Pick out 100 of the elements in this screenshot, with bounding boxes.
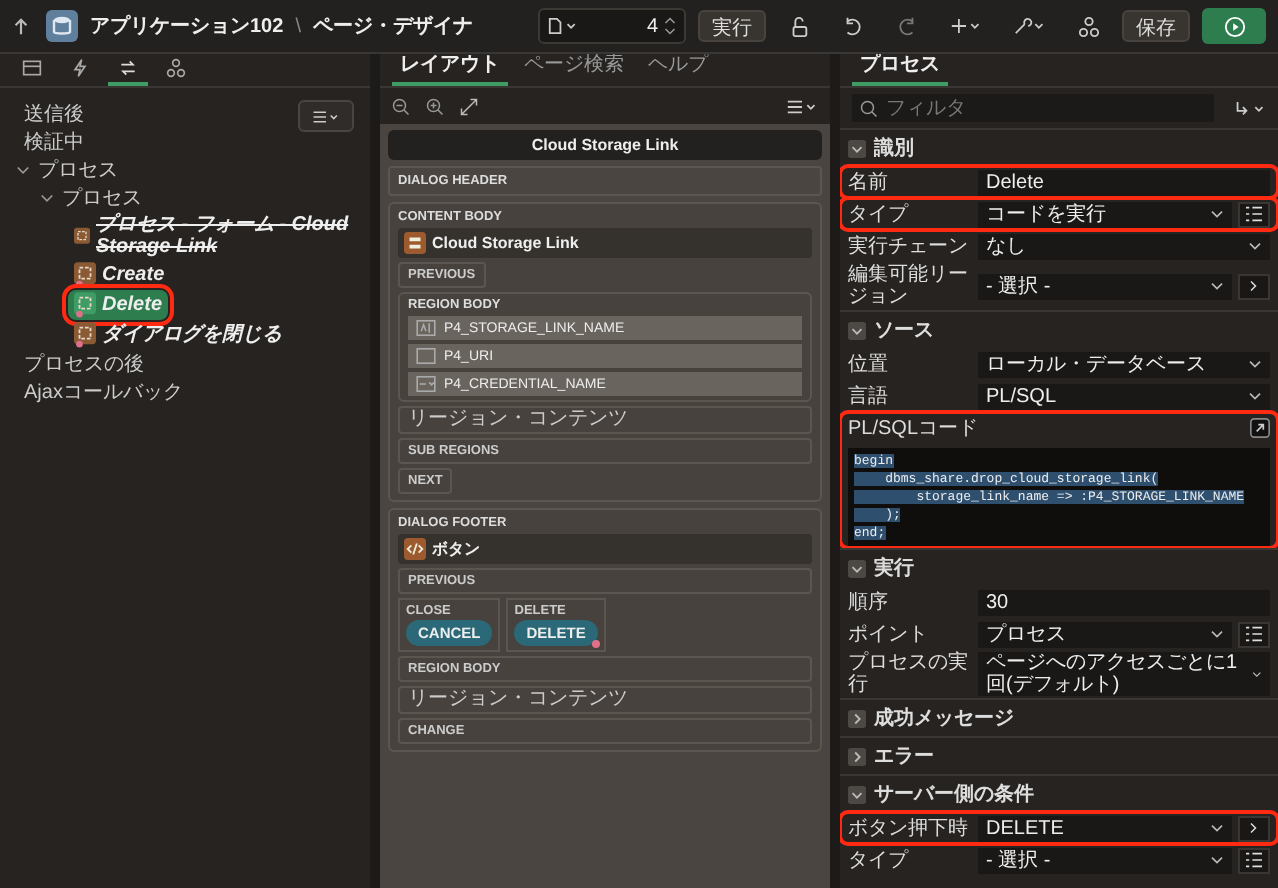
toggle-icon[interactable]: [848, 321, 866, 339]
chevron-icon[interactable]: [40, 191, 54, 205]
run-button[interactable]: [1202, 8, 1266, 44]
panel-tab[interactable]: ページ検索: [516, 54, 632, 86]
caret-icon: [1210, 855, 1224, 865]
toggle-icon[interactable]: [848, 785, 866, 803]
section-title[interactable]: ソース: [874, 316, 934, 344]
filter-field[interactable]: フィルタ: [852, 94, 1214, 122]
section-title[interactable]: 識別: [874, 134, 914, 162]
select-field[interactable]: プロセス: [978, 621, 1232, 647]
expand-editor-icon[interactable]: [1250, 418, 1270, 438]
filter-input[interactable]: フィルタ: [886, 97, 1206, 119]
caret-icon: [1210, 209, 1224, 219]
list-button[interactable]: [1238, 847, 1270, 873]
caret-icon: [1210, 629, 1224, 639]
page-title-bar[interactable]: Cloud Storage Link: [388, 130, 822, 160]
code-region-icon: [404, 538, 426, 560]
select-field[interactable]: PL/SQL: [978, 383, 1270, 409]
caret-icon: [1252, 669, 1262, 679]
go-button[interactable]: 実行: [698, 10, 766, 42]
tree-item[interactable]: プロセス: [62, 184, 142, 212]
app-title[interactable]: アプリケーション102: [90, 12, 284, 40]
property-label: 名前: [848, 171, 890, 193]
shapes-icon: [166, 58, 186, 78]
play-icon: [1223, 15, 1245, 37]
go-to-caret-icon[interactable]: [1234, 99, 1266, 117]
up-arrow-icon[interactable]: [12, 17, 30, 35]
chevron-icon[interactable]: [16, 163, 30, 177]
section-title[interactable]: エラー: [874, 742, 934, 770]
toggle-icon[interactable]: [848, 559, 866, 577]
content-slot[interactable]: リージョン・コンテンツ: [398, 406, 812, 434]
tree-item[interactable]: ダイアログを閉じる: [68, 320, 288, 350]
tree-item[interactable]: プロセスの後: [24, 350, 144, 378]
process-icon: [74, 262, 96, 288]
toggle-icon[interactable]: [848, 139, 866, 157]
form-region-icon: [404, 232, 426, 254]
shapes-icon[interactable]: [1078, 15, 1100, 37]
tree-item[interactable]: Delete: [68, 290, 169, 320]
section-title[interactable]: サーバー側の条件: [874, 780, 1034, 808]
region-header[interactable]: ボタン: [398, 534, 812, 564]
page-caret-icon[interactable]: [548, 16, 580, 36]
menu-caret-icon: [312, 107, 340, 125]
text-field[interactable]: Delete: [978, 169, 1270, 195]
region-header[interactable]: Cloud Storage Link: [398, 228, 812, 258]
tree-item[interactable]: 検証中: [24, 128, 84, 156]
zoom-in-icon[interactable]: [426, 97, 444, 115]
property-label: プロセスの実行: [848, 652, 970, 696]
page-number-field[interactable]: 4: [586, 15, 658, 37]
select-field[interactable]: - 選択 -: [978, 847, 1232, 873]
database-icon: [46, 10, 78, 42]
section-title[interactable]: 成功メッセージ: [874, 704, 1014, 732]
content-slot[interactable]: リージョン・コンテンツ: [398, 686, 812, 714]
property-label: 言語: [848, 385, 890, 407]
list-icon: [1244, 852, 1264, 868]
tree-item[interactable]: Create: [68, 260, 171, 290]
page-selector[interactable]: 4: [538, 8, 686, 44]
select-field[interactable]: ページへのアクセスごとに1回(デフォルト): [978, 652, 1270, 696]
section-title[interactable]: 実行: [874, 554, 914, 582]
tree-item[interactable]: 送信後: [24, 100, 84, 128]
property-label: 位置: [848, 353, 890, 375]
item-type-icon: [416, 320, 436, 336]
toggle-icon[interactable]: [848, 709, 866, 727]
tree-item[interactable]: プロセス: [38, 156, 118, 184]
tree-item[interactable]: Ajaxコールバック: [24, 378, 183, 406]
expand-icon[interactable]: [460, 97, 478, 115]
page-title: ページ・デザイナ: [312, 13, 473, 40]
menu-caret-icon[interactable]: [786, 97, 818, 115]
zoom-out-icon[interactable]: [392, 97, 410, 115]
text-field[interactable]: 30: [978, 589, 1270, 615]
list-button[interactable]: [1238, 201, 1270, 227]
redo-icon[interactable]: [896, 15, 918, 37]
wrench-caret-icon[interactable]: [1014, 16, 1046, 36]
toggle-icon[interactable]: [848, 747, 866, 765]
select-field[interactable]: ローカル・データベース: [978, 351, 1270, 377]
property-label: 順序: [848, 591, 890, 613]
property-label: ポイント: [848, 623, 930, 645]
spinner-icon[interactable]: [664, 14, 676, 38]
undo-icon[interactable]: [842, 15, 864, 37]
chevron-right-icon: [1248, 822, 1260, 834]
select-field[interactable]: コードを実行: [978, 201, 1232, 227]
select-field[interactable]: - 選択 -: [978, 273, 1232, 299]
lock-icon[interactable]: [788, 15, 810, 37]
select-field[interactable]: DELETE: [978, 815, 1232, 841]
select-field[interactable]: なし: [978, 233, 1270, 259]
save-button[interactable]: 保存: [1122, 10, 1190, 42]
caret-icon: [1210, 281, 1224, 291]
process-icon: [74, 223, 90, 249]
property-label: タイプ: [848, 849, 911, 871]
add-caret-icon[interactable]: [950, 16, 982, 36]
chevron-right-icon: [1248, 280, 1260, 292]
region-title: Cloud Storage Link: [432, 234, 579, 252]
arrow-button[interactable]: [1238, 815, 1270, 841]
property-label: ボタン押下時: [848, 817, 970, 839]
process-icon: [74, 292, 96, 318]
caret-icon: [1248, 359, 1262, 369]
menu-button[interactable]: [298, 100, 354, 132]
arrow-button[interactable]: [1238, 273, 1270, 299]
item-type-icon: [416, 348, 436, 364]
breadcrumb-separator: \: [295, 15, 301, 37]
list-button[interactable]: [1238, 621, 1270, 647]
